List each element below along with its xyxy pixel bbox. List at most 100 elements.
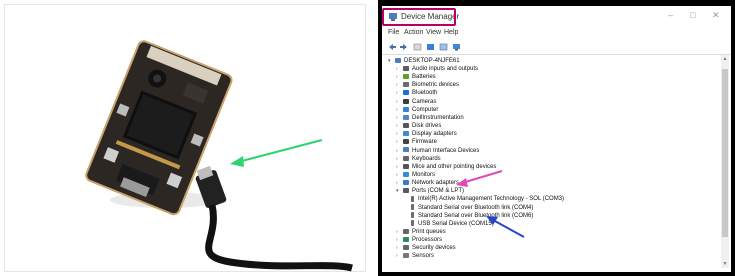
tree-item-label: Standard Serial over Bluetooth link (COM… [418,204,534,211]
tree-category-item[interactable]: › Print queues [396,228,446,236]
tree-child-item[interactable]: Intel(R) Active Management Technology - … [410,195,564,203]
menu-view[interactable]: View [426,29,441,36]
mouse-icon [403,163,409,169]
expand-chevron-icon[interactable]: › [396,147,403,155]
tree-category-item[interactable]: › Computer [396,106,438,114]
device-icon [411,203,414,210]
expand-chevron-icon[interactable]: › [396,73,403,81]
expand-chevron-icon[interactable]: › [396,163,403,171]
scan-hardware-icon[interactable] [452,43,461,51]
tree-item-label: Batteries [412,74,436,81]
tree-root[interactable]: ▾ DESKTOP-4NJFE61 [388,57,460,65]
scroll-down-icon[interactable]: ▼ [721,261,729,267]
menu-file[interactable]: File [388,29,399,36]
menu-action[interactable]: Action [404,29,423,36]
tree-category-item[interactable]: › Security devices [396,244,456,252]
tree-item-label: Monitors [412,171,436,178]
expand-chevron-icon[interactable]: › [396,65,403,73]
tree-category-item[interactable]: › Processors [396,236,442,244]
scroll-thumb[interactable] [722,69,728,237]
expand-chevron-icon[interactable]: › [396,130,403,138]
vertical-scrollbar[interactable]: ▲ ▼ [721,55,729,268]
sensor-icon [403,253,409,259]
tree-item-label: Ports (COM & LPT) [412,188,465,195]
tree-category-item[interactable]: › Audio inputs and outputs [396,65,478,73]
tree-item-label: Disk drives [412,123,442,130]
expand-chevron-icon[interactable]: › [396,106,403,114]
expand-chevron-icon[interactable]: › [396,179,403,187]
tree-item-label: Processors [412,237,443,244]
collapse-chevron-icon[interactable]: ▾ [396,187,403,195]
monitor-icon [403,171,409,177]
camera-board-illustration [85,40,353,272]
tree-item-label: Mice and other pointing devices [412,163,497,170]
battery-icon [403,74,409,80]
expand-chevron-icon[interactable]: › [396,244,403,252]
expand-chevron-icon[interactable]: › [396,228,403,236]
device-icon [411,195,414,202]
tree-category-item[interactable]: › Biometric devices [396,81,459,89]
maximize-button[interactable]: □ [690,10,695,20]
usb-cable [205,204,353,272]
cpu-icon [403,237,409,243]
device-tree: ▾ DESKTOP-4NJFE61 › Audio inputs and outpu… [382,55,718,270]
help-icon[interactable] [426,43,435,51]
menu-bar: File Action View Help [382,28,731,40]
tree-category-item[interactable]: › Network adapters [396,179,459,187]
forward-arrow-icon[interactable] [399,43,408,51]
expand-chevron-icon[interactable]: › [396,252,403,260]
keyboard-icon [403,155,409,161]
expand-chevron-icon[interactable]: › [396,114,403,122]
properties-icon[interactable] [413,43,422,51]
tree-item-label: Network adapters [412,180,460,187]
tree-category-item[interactable]: › Human Interface Devices [396,147,479,155]
tree-item-label: Bluetooth [412,90,438,97]
computer-icon [403,106,409,112]
expand-chevron-icon[interactable]: › [396,98,403,106]
device-manager-screenshot: Device Manager – □ ✕ File Action View He… [378,0,735,276]
tree-child-item[interactable]: USB Serial Device (COM15) [410,220,494,228]
tree-item-label: Biometric devices [412,82,460,89]
bluetooth-icon [403,90,409,96]
expand-chevron-icon[interactable]: › [396,89,403,97]
expand-chevron-icon[interactable]: › [396,81,403,89]
close-button[interactable]: ✕ [712,10,720,21]
back-arrow-icon[interactable] [388,43,397,51]
tree-category-item[interactable]: › Sensors [396,252,434,260]
tree-child-item[interactable]: Standard Serial over Bluetooth link (COM… [410,212,533,220]
chip-icon [403,139,409,145]
hid-icon [403,147,409,153]
collapse-chevron-icon[interactable]: ▾ [388,57,395,65]
security-icon [403,245,409,251]
tree-item-label: Intel(R) Active Management Technology - … [418,196,565,203]
update-driver-icon[interactable] [439,43,448,51]
tree-item-label: Display adapters [412,131,457,138]
fingerprint-icon [403,82,409,88]
computer-icon [395,57,401,63]
scroll-up-icon[interactable]: ▲ [721,56,729,62]
tree-item-label: Human Interface Devices [412,147,480,154]
tree-category-item[interactable]: › Bluetooth [396,89,437,97]
tree-category-item[interactable]: › Firmware [396,138,437,146]
tree-category-item[interactable]: › DellInstrumentation [396,114,464,122]
tree-category-item[interactable]: › Monitors [396,171,435,179]
expand-chevron-icon[interactable]: › [396,138,403,146]
tree-category-item[interactable]: ▾ Ports (COM & LPT) [396,187,464,195]
tree-category-item[interactable]: › Cameras [396,98,436,106]
device-icon [411,220,414,227]
expand-chevron-icon[interactable]: › [396,122,403,130]
tree-item-label: Cameras [412,98,437,105]
expand-chevron-icon[interactable]: › [396,171,403,179]
tree-category-item[interactable]: › Mice and other pointing devices [396,163,496,171]
tree-category-item[interactable]: › Display adapters [396,130,457,138]
gear-icon [403,114,409,120]
tree-category-item[interactable]: › Keyboards [396,155,441,163]
tree-category-item[interactable]: › Batteries [396,73,436,81]
tree-category-item[interactable]: › Disk drives [396,122,441,130]
menu-help[interactable]: Help [444,29,458,36]
speaker-icon [403,65,409,71]
minimize-button[interactable]: – [668,10,673,20]
expand-chevron-icon[interactable]: › [396,155,403,163]
expand-chevron-icon[interactable]: › [396,236,403,244]
tree-child-item[interactable]: Standard Serial over Bluetooth link (COM… [410,203,534,212]
